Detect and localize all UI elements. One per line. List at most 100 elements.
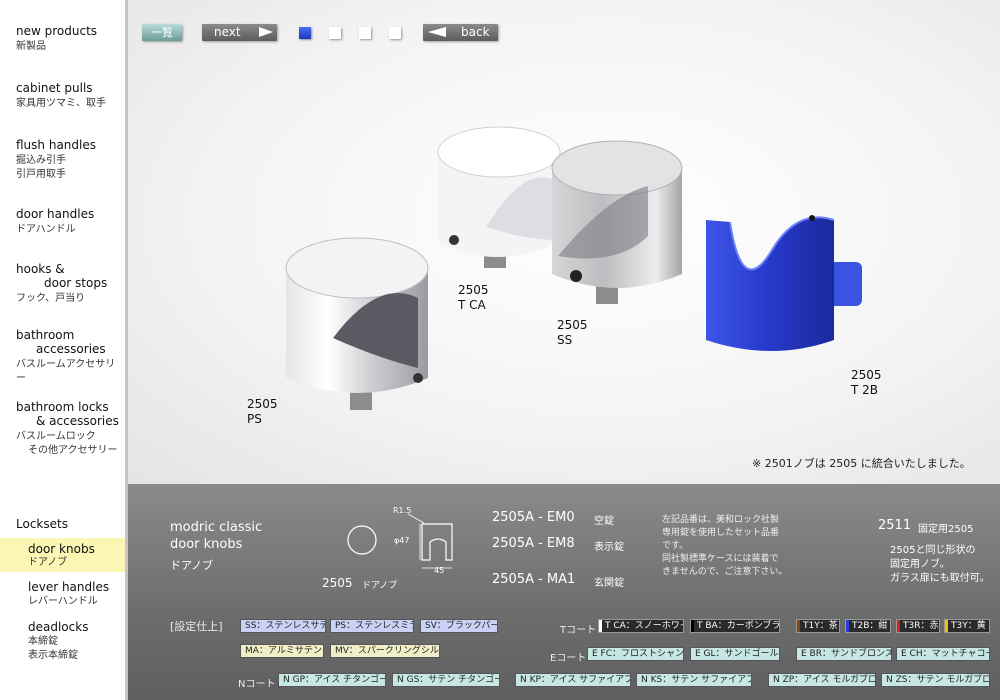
e-coat-label: Eコート bbox=[550, 653, 587, 664]
finish-chip-mv: MV：スパークリングシルバー bbox=[330, 644, 440, 658]
sidebar-item-label: deadlocks bbox=[28, 620, 89, 634]
knob-ps-image bbox=[285, 237, 429, 410]
drawing-model: 2505 bbox=[322, 576, 353, 590]
sidebar-item-door-handles[interactable]: door handles ドアハンドル bbox=[16, 207, 124, 237]
finish-chip-t3r: T3R：赤 bbox=[896, 619, 940, 633]
finish-chip-sv: SV：ブラックパール bbox=[420, 619, 498, 633]
next-label: next bbox=[214, 25, 241, 39]
chip-label: T3Y：黄 bbox=[951, 621, 986, 631]
dimension-radius: R1.5 bbox=[393, 506, 412, 515]
swatch-yellow bbox=[945, 620, 948, 632]
code-em8: 2505A - EM8 bbox=[492, 536, 575, 551]
sidebar-item-label: door stops bbox=[44, 276, 108, 290]
page-dot-3[interactable] bbox=[359, 27, 371, 39]
product-label-ps: 2505 PS bbox=[247, 397, 278, 427]
sidebar-item-sublabel: ドアハンドル bbox=[16, 224, 76, 235]
product-label-tca: 2505 T CA bbox=[458, 283, 489, 313]
arrow-left-icon bbox=[428, 27, 446, 37]
sidebar-section-locksets: Locksets bbox=[16, 517, 68, 531]
n-coat-label: Nコート bbox=[238, 679, 276, 690]
finish-chip-ech: E CH：マットチャコール bbox=[896, 647, 990, 661]
finish-chip-ma: MA：アルミサテン bbox=[240, 644, 324, 658]
product-label-ss: 2505 SS bbox=[557, 318, 588, 348]
drawing-model-jp: ドアノブ bbox=[362, 581, 398, 591]
chip-label: T CA：スノーホワイト bbox=[605, 621, 683, 631]
swatch-white bbox=[599, 620, 602, 632]
page-dot-4[interactable] bbox=[389, 27, 401, 39]
note-line: 固定用ノブ。 bbox=[890, 559, 950, 570]
sidebar-item-door-knobs[interactable]: door knobs ドアノブ bbox=[0, 538, 125, 572]
sidebar-item-bathroom-locks[interactable]: bathroom locks & accessories バスルームロック その… bbox=[16, 400, 124, 458]
chip-label: T3R：赤 bbox=[903, 621, 939, 631]
sidebar-item-deadlocks[interactable]: deadlocks 本締錠 表示本締錠 bbox=[28, 620, 125, 663]
sidebar-item-sublabel: 家具用ツマミ、取手 bbox=[16, 98, 106, 109]
sidebar-item-label: hooks & bbox=[16, 262, 65, 276]
sidebar-item-label: cabinet pulls bbox=[16, 81, 93, 95]
sidebar-item-sublabel: ドアノブ bbox=[28, 557, 68, 568]
sidebar-item-sublabel: フック、戸当り bbox=[16, 293, 86, 304]
code-ma1-desc: 玄関錠 bbox=[594, 578, 624, 589]
sidebar-item-label: door knobs bbox=[28, 542, 95, 556]
finish-options: [設定仕上] SS：ステンレスサテン PS：ステンレスミラー SV：ブラックパー… bbox=[128, 606, 1000, 700]
sidebar-item-lever-handles[interactable]: lever handles レバーハンドル bbox=[28, 580, 125, 609]
finish-chip-ps: PS：ステンレスミラー bbox=[330, 619, 414, 633]
knob-t2b-image bbox=[706, 215, 862, 351]
swatch-brown bbox=[797, 620, 800, 632]
product-variant: PS bbox=[247, 412, 262, 426]
finish-chip-ebr: E BR：サンドブロンズ bbox=[796, 647, 892, 661]
sidebar-item-sublabel: 引戸用取手 bbox=[16, 169, 66, 180]
finish-chip-t2b: T2B：紺 bbox=[845, 619, 891, 633]
sidebar-item-sublabel: 本締錠 bbox=[28, 636, 58, 647]
sidebar-item-label: lever handles bbox=[28, 580, 110, 594]
sidebar-item-cabinet-pulls[interactable]: cabinet pulls 家具用ツマミ、取手 bbox=[16, 81, 124, 111]
sidebar-item-bathroom-accessories[interactable]: bathroom accessories バスルームアクセサリー bbox=[16, 328, 124, 386]
sidebar-nav: new products 新製品 cabinet pulls 家具用ツマミ、取手… bbox=[0, 0, 125, 700]
product-variant: T CA bbox=[458, 298, 486, 312]
sidebar-item-new-products[interactable]: new products 新製品 bbox=[16, 24, 124, 54]
list-button[interactable]: 一覧 bbox=[142, 24, 182, 41]
back-label: back bbox=[461, 25, 490, 39]
product-model: 2505 bbox=[851, 368, 882, 382]
sidebar-item-sublabel: レバーハンドル bbox=[28, 596, 98, 607]
sidebar-item-sublabel: 表示本締錠 bbox=[28, 650, 78, 661]
category-name-jp: ドアノブ bbox=[170, 559, 214, 572]
finish-chip-nks: N KS：サテン サファイアブラック bbox=[636, 673, 752, 687]
finish-chip-t3y: T3Y：黄 bbox=[944, 619, 990, 633]
back-button[interactable]: back bbox=[423, 24, 498, 41]
dimension-diameter: φ47 bbox=[394, 536, 410, 545]
note-line: です。 bbox=[662, 541, 689, 551]
chip-label: T2B：紺 bbox=[852, 621, 888, 631]
note-line: きませんので、ご注意下さい。 bbox=[662, 567, 788, 577]
product-variant: T 2B bbox=[851, 383, 879, 397]
finish-chip-nkp: N KP：アイス サファイアブラック bbox=[515, 673, 631, 687]
finish-chip-ngp: N GP：アイス チタンゴールド bbox=[278, 673, 386, 687]
finish-chip-egl: E GL：サンドゴールド bbox=[690, 647, 780, 661]
product-info-band: modric classic door knobs ドアノブ R1.5 φ47 … bbox=[128, 484, 1000, 606]
side-model-note: 2505と同じ形状の 固定用ノブ。 ガラス扉にも取付可。 bbox=[890, 544, 990, 586]
sidebar-item-hooks-door-stops[interactable]: hooks & door stops フック、戸当り bbox=[16, 262, 124, 306]
swatch-navy bbox=[846, 620, 849, 632]
sidebar-item-label: & accessories bbox=[36, 414, 119, 428]
sidebar-item-label: bathroom bbox=[16, 328, 75, 342]
sidebar-item-label: new products bbox=[16, 24, 98, 38]
merge-notice: ※ 2501ノブは 2505 に統合いたしました。 bbox=[752, 457, 971, 470]
code-em0: 2505A - EM0 bbox=[492, 510, 575, 525]
note-line: 同社製標準ケースには装着で bbox=[662, 554, 779, 564]
page-dot-2[interactable] bbox=[329, 27, 341, 39]
finish-chip-ss: SS：ステンレスサテン bbox=[240, 619, 326, 633]
product-photo: 2505 PS 2505 T CA 2505 SS 2505 T 2B bbox=[128, 0, 1000, 484]
finish-chip-ngs: N GS：サテン チタンゴールド bbox=[392, 673, 500, 687]
series-name: modric classic bbox=[170, 520, 263, 535]
product-model: 2505 bbox=[557, 318, 588, 332]
product-label-t2b: 2505 T 2B bbox=[851, 368, 882, 398]
finish-chip-nzs: N ZS：サテン モルガブロンズ bbox=[881, 673, 990, 687]
swatch-black bbox=[691, 620, 694, 632]
knob-ss-image bbox=[551, 140, 683, 304]
next-button[interactable]: next bbox=[202, 24, 277, 41]
page-dot-1[interactable] bbox=[299, 27, 311, 39]
note-line: 専用錠を使用したセット品番 bbox=[662, 528, 780, 538]
sidebar-item-flush-handles[interactable]: flush handles 掘込み引手 引戸用取手 bbox=[16, 138, 124, 182]
note-line: ガラス扉にも取付可。 bbox=[890, 573, 990, 584]
t-coat-label: Tコート bbox=[560, 625, 597, 636]
sidebar-item-sublabel: 掘込み引手 bbox=[16, 155, 66, 166]
